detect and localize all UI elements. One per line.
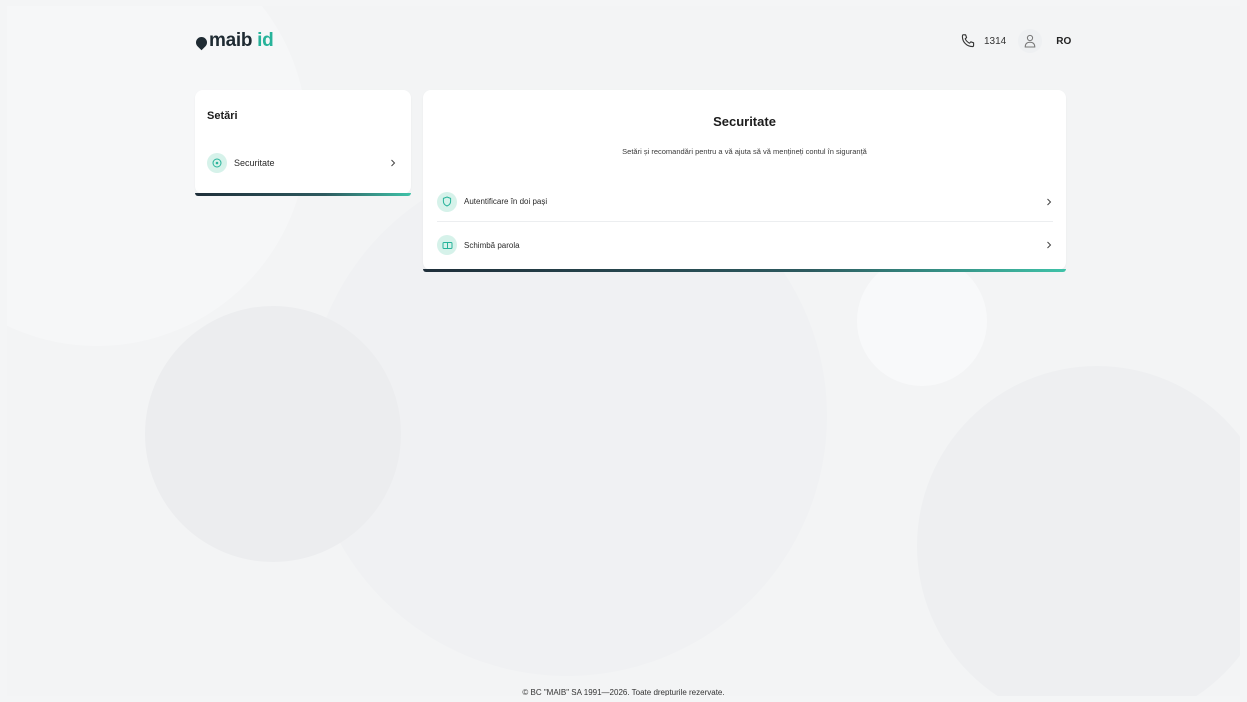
chevron-right-icon [1047,198,1052,205]
sidebar-item-label: Securitate [234,158,275,168]
key-icon [437,235,457,255]
header: maib id 1314 RO [7,6,1240,66]
sidebar-item-securitate[interactable]: Securitate [207,149,397,177]
language-selector[interactable]: RO [1056,36,1071,47]
maib-id-logo[interactable]: maib id [193,30,274,51]
background-shape [917,366,1240,696]
user-icon [1024,34,1036,48]
chevron-right-icon [391,159,396,167]
logo-brand-text: maib [209,30,253,51]
two-factor-auth-label: Autentificare în doi pași [464,197,548,206]
change-password-item[interactable]: Schimbă parola [437,225,1053,265]
maib-logo-mark-icon [193,34,210,50]
page-frame: maib id 1314 RO Setări Securitate Securi… [7,6,1240,696]
sidebar-title: Setări [207,110,238,122]
page-subtitle: Setări și recomandări pentru a vă ajuta … [622,147,867,156]
change-password-label: Schimbă parola [464,240,520,250]
footer-copyright: © BC "MAIB" SA 1991—2026. Toate drepturi… [522,688,725,696]
phone-number[interactable]: 1314 [984,36,1006,47]
background-shape [145,306,401,562]
shield-icon [437,191,457,212]
page-title: Securitate [713,114,776,129]
phone-icon[interactable] [960,33,976,49]
user-profile-button[interactable] [1018,29,1043,53]
chevron-right-icon [1047,241,1052,249]
lock-circle-icon [207,153,227,173]
two-factor-auth-item[interactable]: Autentificare în doi pași [437,182,1053,222]
header-actions: 1314 RO [960,29,1071,53]
background-shape [857,256,987,386]
settings-sidebar: Setări [195,90,411,196]
security-panel: Securitate Setări și recomandări pentru … [423,90,1066,272]
logo-id-text: id [257,30,274,51]
